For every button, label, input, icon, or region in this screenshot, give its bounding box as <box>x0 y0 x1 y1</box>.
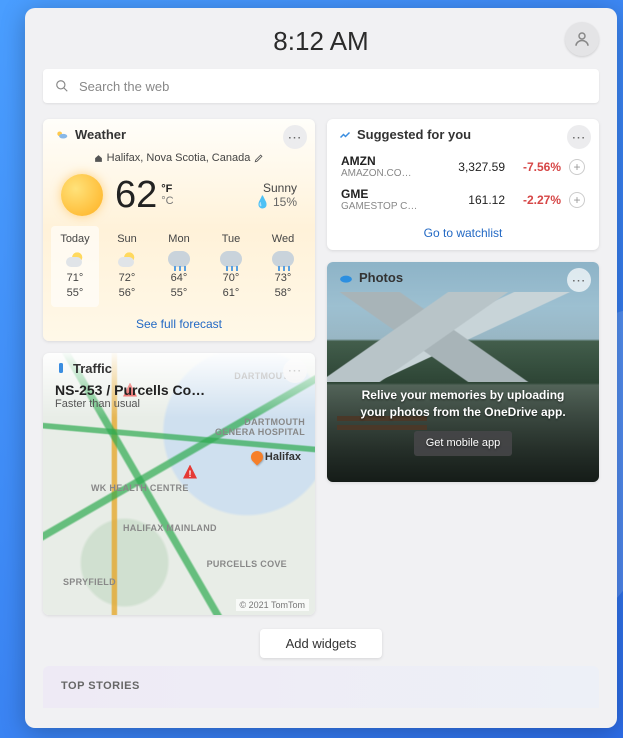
search-icon <box>55 79 69 93</box>
city-label: Halifax <box>265 451 301 463</box>
profile-avatar-button[interactable] <box>565 22 599 56</box>
forecast-icon-sunny <box>116 251 138 267</box>
map-label: SPRYFIELD <box>63 577 116 587</box>
stock-symbol: GME <box>341 187 445 201</box>
traffic-icon <box>55 362 67 374</box>
map-label: Dartmouth Genera Hospital <box>215 417 305 437</box>
unit-f[interactable]: °F <box>161 183 173 195</box>
search-bar[interactable] <box>43 69 599 103</box>
forecast-day[interactable]: Wed 73° 58° <box>259 226 307 307</box>
stocks-icon <box>339 129 351 141</box>
weather-location: Halifax, Nova Scotia, Canada <box>107 152 251 164</box>
map-label: HALIFAX MAINLAND <box>123 523 217 533</box>
weather-title: Weather <box>75 127 126 142</box>
traffic-route: NS-253 / Purcells Co… <box>55 380 303 398</box>
photos-caption: Relive your memories by uploading your p… <box>351 387 575 421</box>
forecast-day[interactable]: Sun 72° 56° <box>103 226 151 307</box>
map-label: WK Health Centre <box>91 483 189 493</box>
add-widgets-button[interactable]: Add widgets <box>260 629 383 658</box>
current-temp: 62 <box>115 176 157 214</box>
forecast-row: Today 71° 55° Sun 72° 56° Mon 64° <box>43 226 315 307</box>
user-icon <box>573 30 591 48</box>
weather-more-button[interactable]: ⋯ <box>283 125 307 149</box>
stock-company: GAMESTOP C… <box>341 201 445 212</box>
forecast-icon-sunny <box>64 251 86 267</box>
stock-price: 161.12 <box>445 193 505 207</box>
weather-icon <box>55 128 69 142</box>
clock-time: 8:12 AM <box>273 26 368 56</box>
top-stories-section[interactable]: TOP STORIES <box>43 666 599 708</box>
map-label: PURCELLS COVE <box>207 559 287 569</box>
panel-header: 8:12 AM <box>43 22 599 69</box>
stock-row[interactable]: GME GAMESTOP C… 161.12 -2.27% + <box>327 183 599 216</box>
stocks-widget[interactable]: Suggested for you ⋯ AMZN AMAZON.CO… 3,32… <box>327 119 599 250</box>
forecast-day[interactable]: Mon 64° 55° <box>155 226 203 307</box>
traffic-status: Faster than usual <box>55 398 303 410</box>
weather-widget[interactable]: Weather ⋯ Halifax, Nova Scotia, Canada 6… <box>43 119 315 341</box>
stock-change: -7.56% <box>505 160 561 174</box>
traffic-widget[interactable]: Dartmouth Dartmouth Genera Hospital WK H… <box>43 353 315 615</box>
search-input[interactable] <box>79 79 587 94</box>
photos-title: Photos <box>359 270 403 285</box>
weather-humidity: 15% <box>273 195 297 209</box>
onedrive-icon <box>339 271 353 285</box>
stock-change: -2.27% <box>505 193 561 207</box>
widgets-panel: 8:12 AM Weather ⋯ <box>25 8 617 728</box>
see-forecast-link[interactable]: See full forecast <box>43 307 315 341</box>
weather-condition: Sunny <box>255 181 297 195</box>
forecast-day[interactable]: Today 71° 55° <box>51 226 99 307</box>
get-mobile-app-button[interactable]: Get mobile app <box>414 431 513 456</box>
stock-price: 3,327.59 <box>445 160 505 174</box>
edit-icon[interactable] <box>254 153 264 163</box>
home-icon <box>94 154 103 163</box>
add-stock-button[interactable]: + <box>569 192 585 208</box>
stock-symbol: AMZN <box>341 154 445 168</box>
stocks-title: Suggested for you <box>357 127 471 142</box>
forecast-icon-rain <box>220 251 242 267</box>
stocks-more-button[interactable]: ⋯ <box>567 125 591 149</box>
traffic-title: Traffic <box>73 361 112 376</box>
map-copyright: © 2021 TomTom <box>236 599 310 611</box>
droplet-icon: 💧 <box>255 195 270 209</box>
forecast-day[interactable]: Tue 70° 61° <box>207 226 255 307</box>
unit-toggle[interactable]: °F °C <box>161 183 173 207</box>
sun-icon <box>61 174 103 216</box>
add-stock-button[interactable]: + <box>569 159 585 175</box>
unit-c[interactable]: °C <box>161 195 173 207</box>
forecast-icon-rain <box>168 251 190 267</box>
photos-widget[interactable]: Photos ⋯ Relive your memories by uploadi… <box>327 262 599 482</box>
weather-location-row[interactable]: Halifax, Nova Scotia, Canada <box>43 150 315 170</box>
stock-row[interactable]: AMZN AMAZON.CO… 3,327.59 -7.56% + <box>327 150 599 183</box>
stock-company: AMAZON.CO… <box>341 168 445 179</box>
forecast-icon-rain <box>272 251 294 267</box>
watchlist-link[interactable]: Go to watchlist <box>327 216 599 250</box>
